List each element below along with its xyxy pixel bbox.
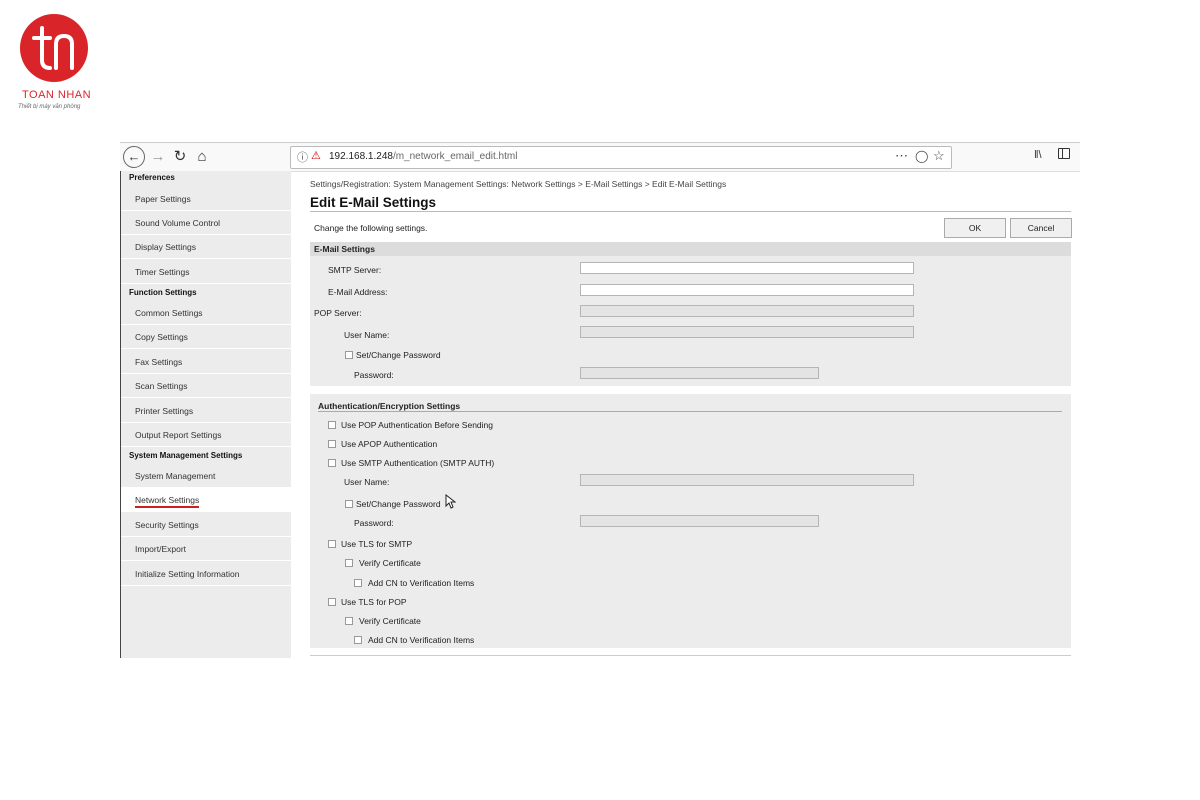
smtp-set-change-password-checkbox[interactable]	[345, 500, 353, 508]
apop-label: Use APOP Authentication	[341, 439, 438, 449]
mouse-cursor-icon	[445, 494, 456, 509]
title-divider	[310, 211, 1071, 212]
tls-smtp-label: Use TLS for SMTP	[341, 539, 413, 549]
insecure-lock-icon[interactable]: ⚠	[311, 149, 321, 162]
smtp-auth-checkbox[interactable]	[328, 459, 336, 467]
more-icon[interactable]: ⋯	[895, 148, 909, 164]
email-password-input[interactable]	[580, 367, 819, 379]
sidebar-item-timer-settings[interactable]: Timer Settings	[121, 260, 291, 284]
ok-button[interactable]: OK	[944, 218, 1006, 238]
tls-pop-checkbox[interactable]	[328, 598, 336, 606]
sidebar-category-preferences: Preferences	[129, 173, 175, 182]
instruction-text: Change the following settings.	[314, 223, 428, 233]
sidebar-item-sound-volume-control[interactable]: Sound Volume Control	[121, 211, 291, 235]
pop-add-cn-checkbox[interactable]	[354, 636, 362, 644]
smtp-user-name-label: User Name:	[344, 477, 390, 487]
url-text[interactable]: 192.168.1.248/m_network_email_edit.html	[329, 151, 517, 162]
smtp-server-label: SMTP Server:	[328, 265, 382, 275]
browser-window: ← → ↻ ⌂ ⓘ ⚠ 192.168.1.248/m_network_emai…	[120, 142, 1080, 658]
cancel-button[interactable]: Cancel	[1010, 218, 1072, 238]
page-title: Edit E-Mail Settings	[310, 195, 437, 210]
smtp-password-label: Password:	[354, 518, 394, 528]
bottom-divider	[310, 655, 1071, 656]
smtp-server-input[interactable]	[580, 262, 914, 274]
pop-add-cn-label: Add CN to Verification Items	[368, 635, 475, 645]
settings-sidebar: Preferences Paper Settings Sound Volume …	[120, 171, 291, 658]
sidebar-item-security-settings[interactable]: Security Settings	[121, 513, 291, 537]
auth-encryption-section: Authentication/Encryption Settings Use P…	[310, 394, 1071, 648]
auth-encryption-header: Authentication/Encryption Settings	[318, 401, 1062, 412]
smtp-set-change-password-label: Set/Change Password	[356, 499, 441, 509]
breadcrumb: Settings/Registration: System Management…	[310, 179, 727, 189]
smtp-verify-certificate-label: Verify Certificate	[359, 558, 421, 568]
email-settings-header: E-Mail Settings	[310, 242, 1071, 256]
brand-name: TOAN NHAN	[22, 89, 92, 101]
url-bar[interactable]: ⓘ ⚠ 192.168.1.248/m_network_email_edit.h…	[290, 146, 952, 169]
pop-user-name-label: User Name:	[344, 330, 390, 340]
tls-smtp-checkbox[interactable]	[328, 540, 336, 548]
smtp-verify-certificate-checkbox[interactable]	[345, 559, 353, 567]
sidebar-item-display-settings[interactable]: Display Settings	[121, 235, 291, 259]
url-path: /m_network_email_edit.html	[392, 151, 518, 162]
apop-checkbox[interactable]	[328, 440, 336, 448]
bookmark-star-icon[interactable]: ☆	[933, 148, 945, 164]
pop-server-label: POP Server:	[314, 308, 362, 318]
pop-verify-certificate-label: Verify Certificate	[359, 616, 421, 626]
url-host: 192.168.1.248	[329, 151, 393, 162]
home-icon[interactable]: ⌂	[194, 146, 210, 168]
brand-tagline: Thiết bị máy văn phòng	[18, 104, 81, 110]
sidebar-item-fax-settings[interactable]: Fax Settings	[121, 350, 291, 374]
sidebar-item-paper-settings[interactable]: Paper Settings	[121, 187, 291, 211]
brand-logo: TOAN NHAN Thiết bị máy văn phòng	[18, 14, 98, 114]
sidebar-item-scan-settings[interactable]: Scan Settings	[121, 374, 291, 398]
email-settings-section: E-Mail Settings SMTP Server: E-Mail Addr…	[310, 242, 1071, 386]
library-icon[interactable]: ‖\	[1034, 149, 1042, 161]
sidebar-item-output-report-settings[interactable]: Output Report Settings	[121, 423, 291, 447]
sidebar-toggle-icon[interactable]	[1058, 148, 1070, 159]
sidebar-item-common-settings[interactable]: Common Settings	[121, 301, 291, 325]
smtp-password-input[interactable]	[580, 515, 819, 527]
email-address-label: E-Mail Address:	[328, 287, 388, 297]
sidebar-item-printer-settings[interactable]: Printer Settings	[121, 399, 291, 423]
sidebar-item-initialize-setting-information[interactable]: Initialize Setting Information	[121, 562, 291, 586]
smtp-auth-label: Use SMTP Authentication (SMTP AUTH)	[341, 458, 495, 468]
browser-toolbar: ← → ↻ ⌂ ⓘ ⚠ 192.168.1.248/m_network_emai…	[120, 142, 1080, 172]
main-content: Settings/Registration: System Management…	[310, 171, 1080, 658]
sidebar-category-system: System Management Settings	[129, 451, 243, 460]
pop-before-sending-label: Use POP Authentication Before Sending	[341, 420, 493, 430]
pop-before-sending-checkbox[interactable]	[328, 421, 336, 429]
pocket-icon[interactable]: ◯	[915, 149, 928, 163]
sidebar-item-network-settings[interactable]: Network Settings	[121, 488, 291, 512]
smtp-user-name-input[interactable]	[580, 474, 914, 486]
info-icon[interactable]: ⓘ	[297, 149, 308, 165]
sidebar-item-system-management[interactable]: System Management	[121, 464, 291, 488]
email-set-change-password-checkbox[interactable]	[345, 351, 353, 359]
smtp-add-cn-checkbox[interactable]	[354, 579, 362, 587]
back-icon[interactable]: ←	[123, 146, 145, 168]
smtp-add-cn-label: Add CN to Verification Items	[368, 578, 475, 588]
sidebar-category-function: Function Settings	[129, 288, 197, 297]
reload-icon[interactable]: ↻	[172, 146, 188, 168]
sidebar-item-copy-settings[interactable]: Copy Settings	[121, 325, 291, 349]
logo-mark-icon	[20, 14, 88, 82]
forward-icon[interactable]: →	[150, 146, 166, 168]
email-address-input[interactable]	[580, 284, 914, 296]
pop-verify-certificate-checkbox[interactable]	[345, 617, 353, 625]
email-set-change-password-label: Set/Change Password	[356, 350, 441, 360]
pop-user-name-input[interactable]	[580, 326, 914, 338]
pop-server-input[interactable]	[580, 305, 914, 317]
sidebar-item-import-export[interactable]: Import/Export	[121, 537, 291, 561]
email-password-label: Password:	[354, 370, 394, 380]
tls-pop-label: Use TLS for POP	[341, 597, 407, 607]
